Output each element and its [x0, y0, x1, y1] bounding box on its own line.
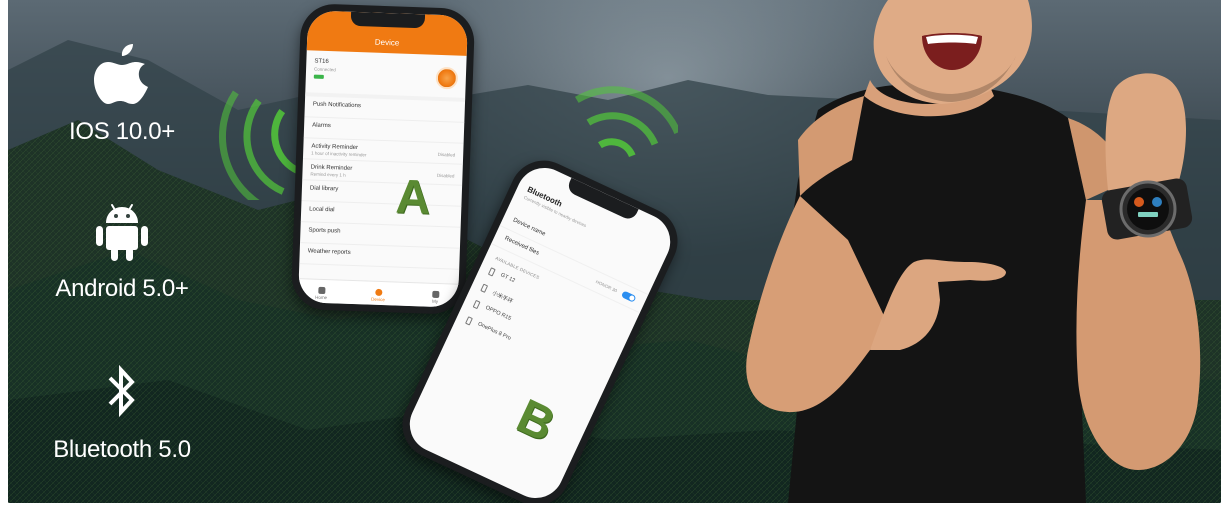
tab-my[interactable]: My — [420, 290, 450, 304]
row-label: Sports push — [308, 227, 341, 235]
tab-device[interactable]: Device — [363, 288, 393, 302]
phone-icon — [472, 299, 481, 310]
apple-icon — [94, 44, 148, 104]
tab-label: Home — [315, 294, 328, 301]
phone-a: Device ST16 Connected Push Notifications… — [290, 3, 476, 315]
row-label: Alarms — [312, 122, 331, 130]
row-label: Weather reports — [307, 248, 351, 256]
phone-icon — [465, 316, 473, 326]
headphones-icon — [487, 267, 496, 277]
android-label: Android 5.0+ — [55, 275, 189, 302]
user-icon — [431, 290, 439, 299]
phone-a-letter: A — [394, 170, 432, 225]
tab-label: My — [431, 298, 439, 305]
device-label: GT 12 — [499, 272, 516, 285]
row-label: Dial library — [309, 185, 339, 193]
row-label: Local dial — [309, 206, 335, 214]
device-icon — [374, 288, 382, 297]
ios-compatibility: IOS 10.0+ — [16, 40, 228, 146]
bluetooth-compatibility: Bluetooth 5.0 — [16, 360, 228, 464]
product-banner: IOS 10.0+ Android 5.0+ Bluetooth 5.0 Dev… — [8, 0, 1221, 503]
android-compatibility: Android 5.0+ — [16, 199, 228, 303]
man-with-smartwatch — [746, 0, 1201, 503]
device-name: ST16 — [314, 58, 329, 66]
settings-row[interactable]: Weather reports — [299, 243, 460, 270]
android-icon — [96, 204, 148, 261]
phone-b-letter: B — [508, 389, 563, 453]
battery-icon — [313, 74, 324, 79]
home-icon — [317, 286, 325, 295]
tab-home[interactable]: Home — [306, 286, 336, 300]
row-value: Disabled — [436, 172, 455, 179]
bluetooth-toggle[interactable] — [620, 290, 637, 303]
tab-label: Device — [371, 296, 386, 303]
phone-a-screen: Device ST16 Connected Push Notifications… — [297, 10, 469, 308]
phone-notch — [350, 11, 426, 29]
bluetooth-icon — [108, 364, 135, 418]
row-label: Push Notifications — [312, 101, 361, 110]
row-value: HONOR 30 — [595, 279, 618, 294]
ios-label: IOS 10.0+ — [68, 118, 176, 145]
bluetooth-label: Bluetooth 5.0 — [53, 436, 191, 463]
row-value: Disabled — [437, 151, 456, 158]
phone-icon — [480, 283, 489, 293]
tab-bar: Home Device My — [297, 278, 459, 308]
watch-avatar-icon — [435, 66, 459, 90]
device-card[interactable]: ST16 Connected — [305, 50, 467, 102]
